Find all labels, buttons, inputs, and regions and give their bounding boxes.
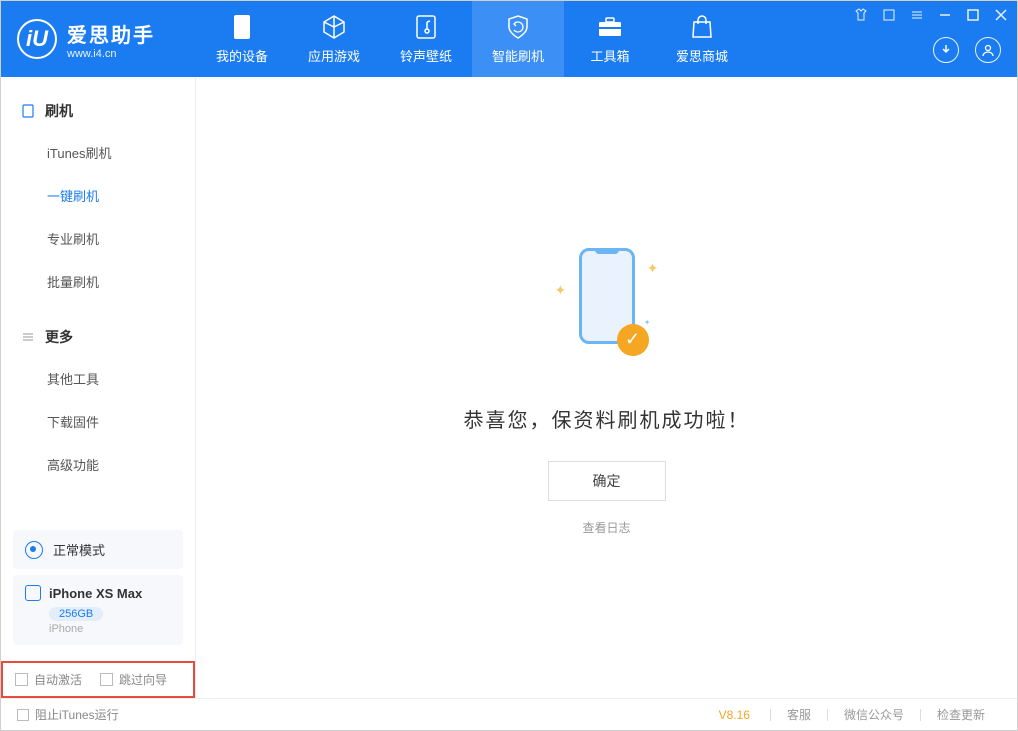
sparkle-icon: ✦	[555, 282, 567, 299]
main-area: 刷机 iTunes刷机 一键刷机 专业刷机 批量刷机 更多 其他工具 下载固件 …	[1, 77, 1017, 698]
cube-icon	[321, 14, 347, 40]
phone-icon	[21, 104, 35, 118]
checkbox-row-highlighted: 自动激活 跳过向导	[1, 661, 195, 698]
app-title: 爱思助手	[67, 19, 155, 48]
device-status-text: 正常模式	[53, 540, 105, 559]
sparkle-icon: ✦	[644, 318, 651, 327]
download-icon[interactable]	[933, 37, 959, 63]
device-icon	[229, 14, 255, 40]
tab-apps-games[interactable]: 应用游戏	[288, 1, 380, 77]
device-type: iPhone	[49, 623, 171, 635]
content-area: ✦ ✦ ✦ ✓ 恭喜您，保资料刷机成功啦！ 确定 查看日志	[196, 77, 1017, 698]
ok-button[interactable]: 确定	[548, 461, 666, 501]
list-icon[interactable]	[909, 7, 925, 23]
footer-right: V8.16 客服 微信公众号 检查更新	[719, 706, 1001, 723]
footer: 阻止iTunes运行 V8.16 客服 微信公众号 检查更新	[1, 698, 1017, 730]
sidebar-header-more: 更多	[1, 317, 195, 357]
success-illustration: ✦ ✦ ✦ ✓	[537, 240, 677, 380]
tab-smart-flash[interactable]: 智能刷机	[472, 1, 564, 77]
sparkle-icon: ✦	[647, 260, 659, 277]
sidebar-section-flash: 刷机 iTunes刷机 一键刷机 专业刷机 批量刷机	[1, 77, 195, 303]
checkbox-auto-activate[interactable]: 自动激活	[15, 671, 82, 688]
sidebar-section1-title: 刷机	[45, 101, 73, 121]
device-card[interactable]: iPhone XS Max 256GB iPhone	[13, 575, 183, 645]
user-icon[interactable]	[975, 37, 1001, 63]
sidebar-section-more: 更多 其他工具 下载固件 高级功能	[1, 303, 195, 486]
app-logo-icon: iU	[17, 19, 57, 59]
checkbox-block-itunes[interactable]: 阻止iTunes运行	[17, 706, 119, 723]
window-controls	[853, 7, 1009, 23]
device-icon	[25, 585, 41, 601]
nav-tabs: 我的设备 应用游戏 铃声壁纸 智能刷机 工具箱 爱思商城	[196, 1, 748, 77]
sidebar-section2-title: 更多	[45, 327, 73, 347]
header-right-icons	[933, 37, 1001, 63]
footer-left: 阻止iTunes运行	[17, 706, 119, 723]
menu-icon[interactable]	[881, 7, 897, 23]
checkbox-icon	[15, 673, 28, 686]
sidebar-header-flash: 刷机	[1, 91, 195, 131]
sidebar-item-advanced[interactable]: 高级功能	[1, 443, 195, 486]
device-name: iPhone XS Max	[49, 586, 142, 601]
toolbox-icon	[597, 14, 623, 40]
bag-icon	[689, 14, 715, 40]
shield-icon	[505, 14, 531, 40]
version-label: V8.16	[719, 708, 750, 722]
view-log-link[interactable]: 查看日志	[582, 519, 630, 536]
device-status-card[interactable]: 正常模式	[13, 530, 183, 569]
device-storage-badge: 256GB	[49, 607, 103, 621]
status-icon	[25, 541, 43, 559]
close-button[interactable]	[993, 7, 1009, 23]
sidebar-item-batch-flash[interactable]: 批量刷机	[1, 260, 195, 303]
success-message: 恭喜您，保资料刷机成功啦！	[464, 404, 750, 433]
tab-toolbox[interactable]: 工具箱	[564, 1, 656, 77]
phone-illustration-notch	[595, 248, 619, 254]
sidebar: 刷机 iTunes刷机 一键刷机 专业刷机 批量刷机 更多 其他工具 下载固件 …	[1, 77, 196, 698]
checkbox-skip-guide[interactable]: 跳过向导	[100, 671, 167, 688]
checkbox-icon	[100, 673, 113, 686]
sidebar-item-itunes-flash[interactable]: iTunes刷机	[1, 131, 195, 174]
tab-store[interactable]: 爱思商城	[656, 1, 748, 77]
logo-text: 爱思助手 www.i4.cn	[67, 19, 155, 60]
checkbox-icon	[17, 709, 29, 721]
logo-area: iU 爱思助手 www.i4.cn	[1, 19, 196, 60]
sidebar-item-download-firmware[interactable]: 下载固件	[1, 400, 195, 443]
footer-link-wechat[interactable]: 微信公众号	[828, 706, 920, 723]
footer-link-update[interactable]: 检查更新	[921, 706, 1001, 723]
tab-my-device[interactable]: 我的设备	[196, 1, 288, 77]
sidebar-item-oneclick-flash[interactable]: 一键刷机	[1, 174, 195, 217]
tab-ringtones[interactable]: 铃声壁纸	[380, 1, 472, 77]
app-subtitle: www.i4.cn	[67, 48, 155, 60]
sidebar-item-pro-flash[interactable]: 专业刷机	[1, 217, 195, 260]
minimize-button[interactable]	[937, 7, 953, 23]
maximize-button[interactable]	[965, 7, 981, 23]
checkmark-badge-icon: ✓	[617, 324, 649, 356]
footer-link-support[interactable]: 客服	[771, 706, 827, 723]
app-header: iU 爱思助手 www.i4.cn 我的设备 应用游戏 铃声壁纸 智能刷机 工具…	[1, 1, 1017, 77]
list-icon	[21, 330, 35, 344]
sidebar-item-other-tools[interactable]: 其他工具	[1, 357, 195, 400]
music-icon	[413, 14, 439, 40]
shirt-icon[interactable]	[853, 7, 869, 23]
